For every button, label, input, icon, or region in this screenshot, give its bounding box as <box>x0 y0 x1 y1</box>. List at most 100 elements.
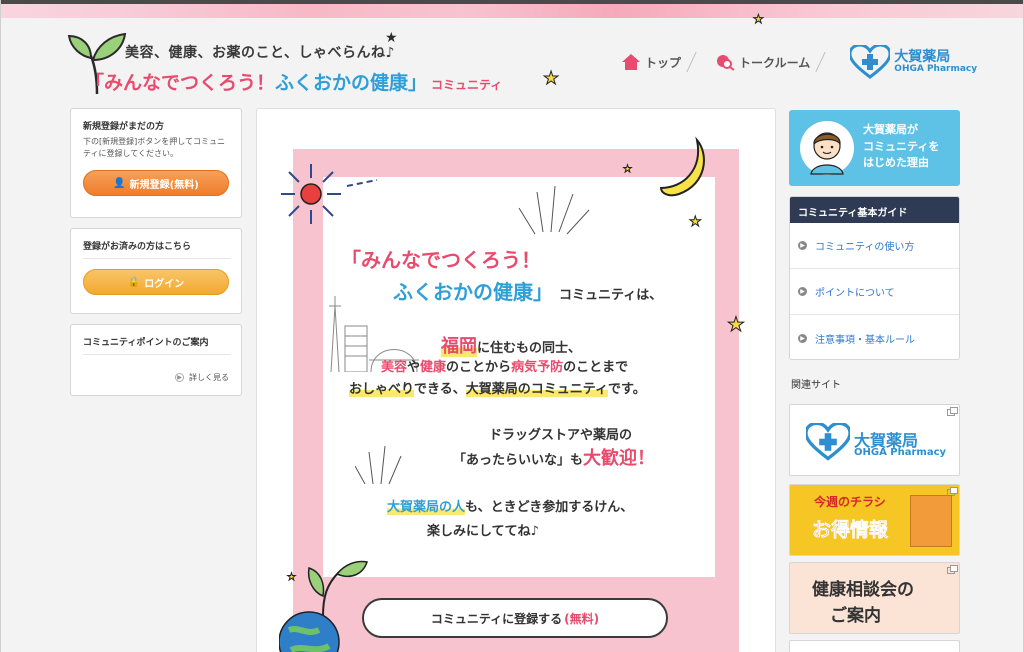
external-link-icon <box>947 407 958 416</box>
poster-line-6: 大賀薬局の人も、ときどき参加するけん、 <box>387 496 633 515</box>
poster-text: 「あったらいいな」 <box>453 453 571 468</box>
poster-text: できる、 <box>414 382 466 397</box>
banner-flyer-line2: お得情報 <box>812 519 889 542</box>
star-icon: ★ <box>385 30 398 46</box>
poster-text: も <box>570 453 584 468</box>
divider <box>83 258 231 259</box>
guide-item-label: 注意事項・基本ルール <box>815 334 915 346</box>
poster-text: おしゃべり <box>349 382 415 397</box>
nav-top[interactable]: トップ <box>621 53 681 71</box>
sun-icon <box>281 164 378 224</box>
star-icon: ★ <box>542 68 560 90</box>
ohga-pharmacy-logo[interactable]: 大賀薬局 OHGA Pharmacy <box>850 45 977 79</box>
site-title: 「みんなでつくろう！ふくおかの健康」 コミュニティ <box>85 68 502 95</box>
community-register-button[interactable]: コミュニティに登録する (無料) <box>362 598 668 638</box>
login-box-title: 登録がお済みの方はこちら <box>83 242 192 252</box>
flyer-illustration <box>910 495 952 547</box>
bullet-arrow-icon: ▶ <box>798 287 807 296</box>
poster-headline-2-main: ふくおかの健康」 <box>393 280 553 304</box>
bullet-arrow-icon: ▶ <box>798 333 807 343</box>
nav-divider <box>686 52 710 72</box>
points-box: コミュニティポイントのご案内 ▶ 詳しく見る <box>70 324 242 396</box>
guide-item-rules[interactable]: ▶ 注意事項・基本ルール <box>790 315 959 359</box>
star-icon: ★ <box>727 312 746 337</box>
banner-health-line2: ご案内 <box>830 606 881 626</box>
ohga-brand-en: OHGA Pharmacy <box>894 63 978 74</box>
banner-ohga[interactable]: 大賀薬局 OHGA Pharmacy <box>789 404 960 476</box>
sparkle-lines <box>518 186 590 235</box>
circle-arrow-icon: ▶ <box>175 373 184 382</box>
lock-icon: 🔒 <box>127 276 141 288</box>
reason-banner[interactable]: 大賀薬局が コミュニティを はじめた理由 <box>789 110 960 186</box>
login-button-label: ログイン <box>144 278 185 290</box>
points-more-link[interactable]: ▶ 詳しく見る <box>175 372 229 383</box>
heart-cross-icon <box>850 45 891 79</box>
poster-text-welcome: 大歓迎！ <box>583 448 656 469</box>
poster-line-7: 楽しみにしててね♪ <box>427 524 539 539</box>
banner-health-line1: 健康相談会の <box>812 580 914 600</box>
nav-talkroom[interactable]: トークルーム <box>715 53 810 71</box>
ohga-brand-jp: 大賀薬局 <box>894 48 951 65</box>
bullet-arrow-icon: ▶ <box>798 241 807 250</box>
guide-item-points[interactable]: ▶ ポイントについて <box>790 269 959 315</box>
user-add-icon: 👤 <box>113 177 126 189</box>
poster-line-1: 福岡に住むもの同士、 <box>441 332 581 358</box>
banner-flyer-line1: 今週のチラシ <box>814 495 886 509</box>
chat-search-icon <box>717 55 735 71</box>
external-link-icon <box>947 565 958 574</box>
sparkle-lines <box>355 446 402 485</box>
register-box-title: 新規登録がまだの方 <box>83 122 165 132</box>
site-logo[interactable]: 美容、健康、お薬のこと、しゃべらんね♪ 「みんなでつくろう！ふくおかの健康」 コミ… <box>67 26 502 102</box>
banner-next[interactable] <box>789 640 960 652</box>
points-box-title: コミュニティポイントのご案内 <box>83 338 209 348</box>
banner-health-consult[interactable]: 健康相談会の ご案内 <box>789 562 960 634</box>
login-box: 登録がお済みの方はこちら 🔒 ログイン <box>70 228 242 314</box>
star-icon: ★ <box>689 214 703 231</box>
banner-ohga-en: OHGA Pharmacy <box>854 447 947 458</box>
points-more-label: 詳しく見る <box>189 373 229 382</box>
poster-text: 大賀薬局のコミュニティ <box>465 382 608 397</box>
nav-top-label: トップ <box>645 55 682 70</box>
reason-line: はじめた理由 <box>863 156 929 169</box>
banner-weekly-flyer[interactable]: 今週のチラシ お得情報 <box>789 484 960 556</box>
avatar-icon <box>800 121 854 175</box>
guide-title: コミュニティ基本ガイド <box>790 197 959 223</box>
poster-line-2: 美容や健康のことから病気予防のことまで <box>381 356 628 375</box>
site-title-part2: ふくおかの健康」 <box>275 72 428 94</box>
poster-text: 健康 <box>420 360 447 375</box>
top-color-band <box>1 4 1023 18</box>
poster-text: 病気予防 <box>511 360 564 375</box>
poster-line-4: ドラッグストアや薬局の <box>489 428 633 443</box>
register-button-label: 新規登録(無料) <box>129 179 199 191</box>
site-tagline: 美容、健康、お薬のこと、しゃべらんね♪ <box>125 45 395 61</box>
guide-item-usage[interactable]: ▶ コミュニティの使い方 <box>790 223 959 269</box>
poster-line-5: 「あったらいいな」も大歓迎！ <box>453 444 655 470</box>
poster-text: 美容 <box>381 360 408 375</box>
poster-text: 大賀薬局の人 <box>387 500 466 515</box>
poster-text: のことまで <box>563 360 629 375</box>
browser-viewport: 美容、健康、お薬のこと、しゃべらんね♪ 「みんなでつくろう！ふくおかの健康」 コミ… <box>0 0 1024 652</box>
home-icon <box>622 54 640 70</box>
globe-sprout-icon <box>279 560 368 652</box>
community-register-label: コミュニティに登録する <box>430 611 563 626</box>
star-icon: ★ <box>753 12 765 27</box>
poster-inner <box>323 177 715 577</box>
poster-text: のことから <box>446 360 512 375</box>
moon-icon <box>659 136 705 197</box>
poster-headline-2: ふくおかの健康」 コミュニティは、 <box>393 276 662 305</box>
reason-text: 大賀薬局が コミュニティを はじめた理由 <box>863 122 939 172</box>
login-button[interactable]: 🔒 ログイン <box>83 269 229 295</box>
community-register-free: (無料) <box>564 611 600 626</box>
nav-divider <box>815 52 839 72</box>
star-icon: ★ <box>623 164 633 176</box>
reason-line: コミュニティを <box>863 139 940 153</box>
top-nav: トップ トークルーム 大賀薬局 OHGA Pharmacy <box>621 45 977 79</box>
poster-headline-1: 「みんなでつくろう！ <box>341 248 541 272</box>
register-box: 新規登録がまだの方 下の[新規登録]ボタンを押してコミュニティに登録してください… <box>70 108 242 218</box>
nav-talkroom-label: トークルーム <box>739 55 811 70</box>
divider <box>83 354 231 355</box>
site-title-part1: 「みんなでつくろう！ <box>85 72 276 94</box>
register-button[interactable]: 👤 新規登録(無料) <box>83 170 229 196</box>
related-sites-title: 関連サイト <box>791 380 841 391</box>
poster-text: や <box>407 360 421 375</box>
